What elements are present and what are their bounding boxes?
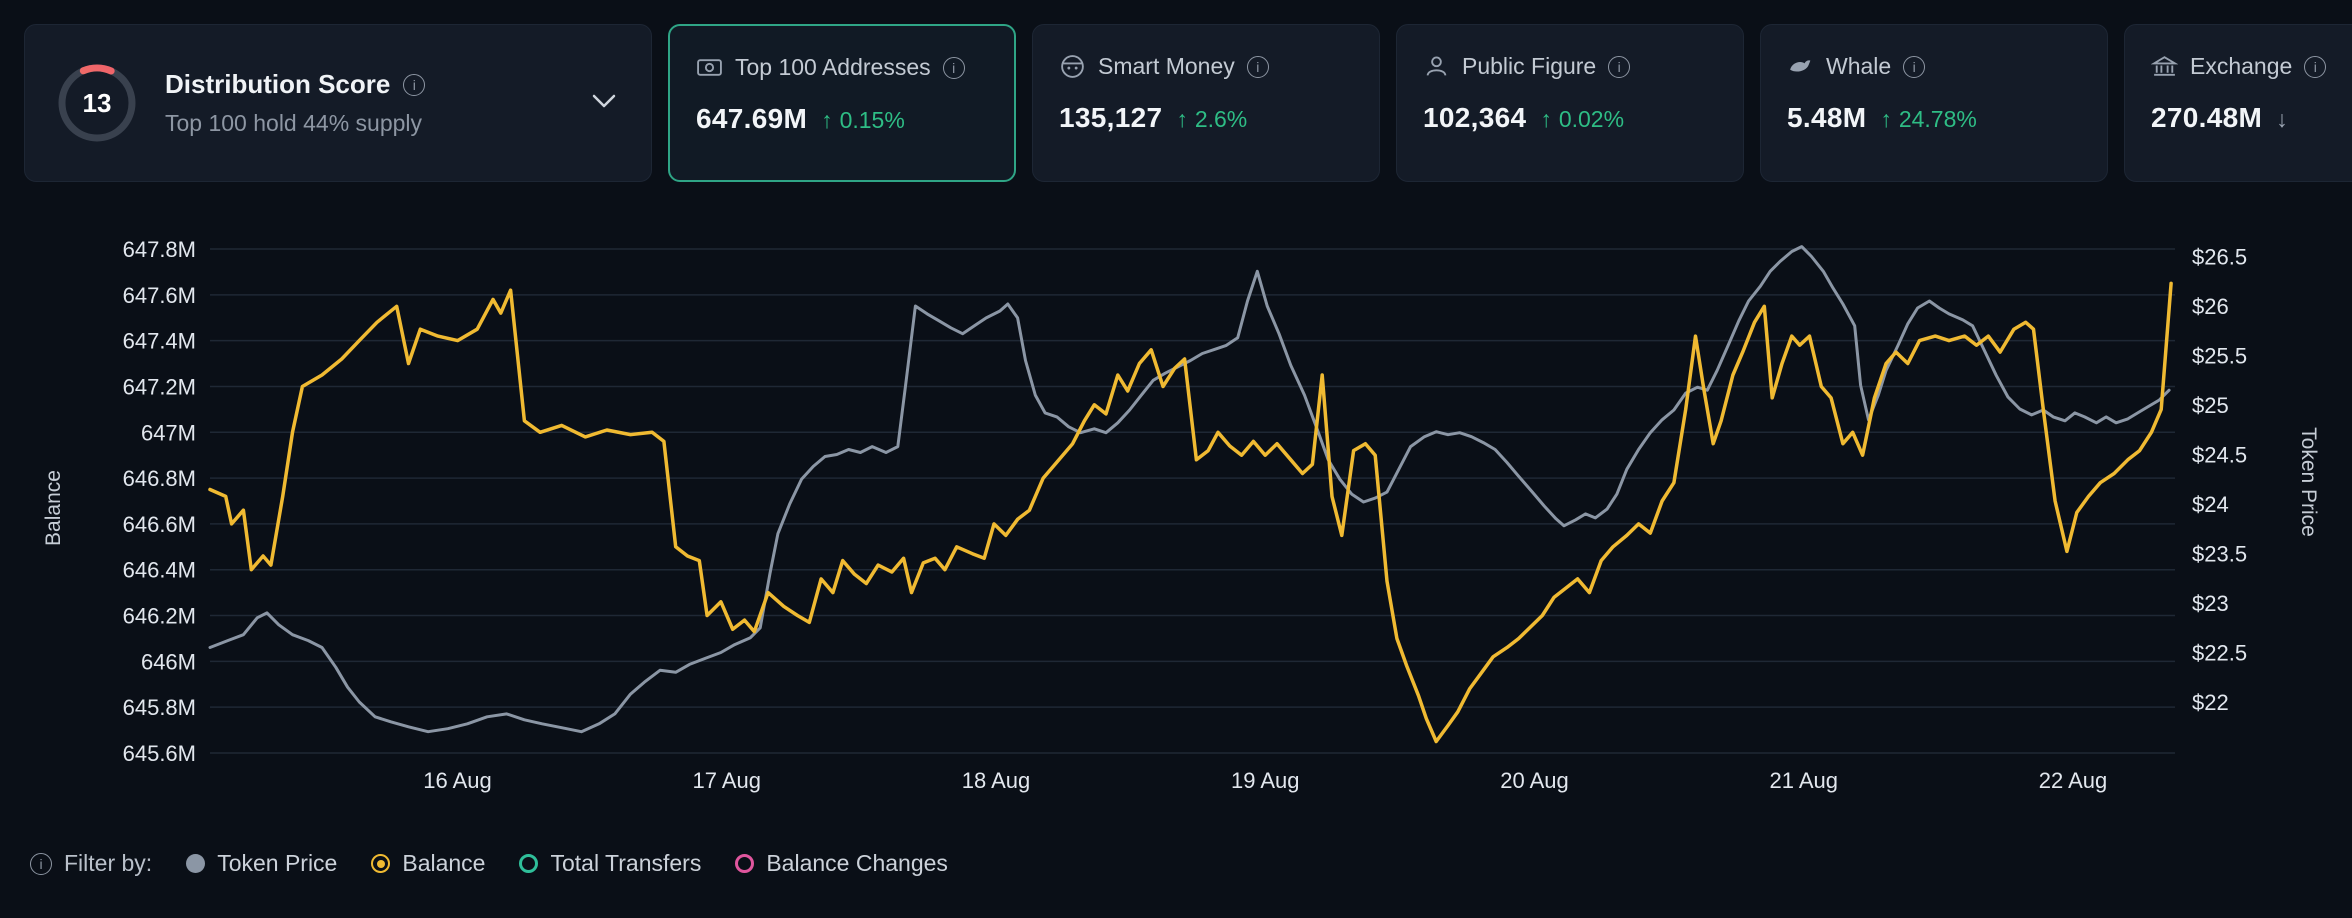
svg-text:647.2M: 647.2M [123,374,196,399]
metric-change: ↑0.15% [821,107,905,134]
svg-text:18 Aug: 18 Aug [962,768,1031,793]
svg-text:$22.5: $22.5 [2192,641,2247,666]
metric-change: ↑24.78% [1880,106,1977,133]
svg-text:$22: $22 [2192,690,2229,715]
score-value: 13 [55,61,139,145]
info-icon[interactable] [943,57,965,79]
info-icon[interactable] [30,853,52,875]
metric-card-public-figure[interactable]: Public Figure 102,364 ↑0.02% [1396,24,1744,182]
down-arrow-icon: ↓ [2276,106,2288,133]
svg-text:647M: 647M [141,420,196,445]
banknote-icon [696,54,723,81]
svg-text:$25.5: $25.5 [2192,344,2247,369]
svg-text:645.6M: 645.6M [123,741,196,766]
info-icon[interactable] [1247,56,1269,78]
public-figure-icon [1423,53,1450,80]
filter-by-label: Filter by: [30,850,152,877]
metric-value: 5.48M [1787,102,1866,134]
token-analytics-dashboard: { "colors":{ "background":"#0a0f17","car… [0,0,2352,918]
metric-change: ↑0.02% [1540,106,1624,133]
metric-card-whale[interactable]: Whale 5.48M ↑24.78% [1760,24,2108,182]
total-transfers-marker-icon [519,854,538,873]
bank-icon [2151,53,2178,80]
metric-label: Exchange [2190,53,2292,80]
metric-value: 647.69M [696,103,807,135]
svg-text:646M: 646M [141,649,196,674]
score-text: Distribution Score Top 100 hold 44% supp… [165,69,565,137]
up-arrow-icon: ↑ [1880,106,1892,133]
info-icon[interactable] [403,74,425,96]
svg-text:$23: $23 [2192,591,2229,616]
legend-item-balance-changes[interactable]: Balance Changes [735,850,948,877]
svg-text:646.6M: 646.6M [123,512,196,537]
token-price-marker-icon [186,854,205,873]
balance-changes-marker-icon [735,854,754,873]
svg-text:646.2M: 646.2M [123,604,196,629]
metric-label: Whale [1826,53,1891,80]
metric-value: 102,364 [1423,102,1526,134]
metric-change: ↑2.6% [1176,106,1247,133]
svg-text:$26.5: $26.5 [2192,245,2247,270]
svg-text:Token Price: Token Price [2297,427,2320,537]
up-arrow-icon: ↑ [821,107,833,134]
svg-text:$24: $24 [2192,492,2229,517]
svg-text:19 Aug: 19 Aug [1231,768,1300,793]
svg-text:22 Aug: 22 Aug [2039,768,2108,793]
svg-text:$23.5: $23.5 [2192,542,2247,567]
whale-icon [1787,53,1814,80]
distribution-score-card[interactable]: 13 Distribution Score Top 100 hold 44% s… [24,24,652,182]
metric-cards-row: 13 Distribution Score Top 100 hold 44% s… [24,24,2352,182]
balance-marker-icon [371,854,390,873]
svg-text:17 Aug: 17 Aug [692,768,761,793]
svg-text:$25: $25 [2192,393,2229,418]
svg-text:20 Aug: 20 Aug [1500,768,1569,793]
score-title: Distribution Score [165,69,390,100]
metric-value: 270.48M [2151,102,2262,134]
score-gauge: 13 [55,61,139,145]
metric-change: ↓ [2276,106,2295,133]
svg-text:Balance: Balance [42,470,65,546]
svg-text:645.8M: 645.8M [123,695,196,720]
chevron-down-icon[interactable] [591,93,617,114]
metric-label: Public Figure [1462,53,1596,80]
info-icon[interactable] [2304,56,2326,78]
metric-label: Smart Money [1098,53,1235,80]
svg-text:$26: $26 [2192,294,2229,319]
svg-text:647.4M: 647.4M [123,329,196,354]
legend-item-total-transfers[interactable]: Total Transfers [519,850,701,877]
metric-card-top-100-addresses[interactable]: Top 100 Addresses 647.69M ↑0.15% [668,24,1016,182]
svg-text:647.8M: 647.8M [123,237,196,262]
metric-label: Top 100 Addresses [735,54,931,81]
svg-text:16 Aug: 16 Aug [423,768,492,793]
info-icon[interactable] [1903,56,1925,78]
svg-text:21 Aug: 21 Aug [1769,768,1838,793]
svg-text:646.8M: 646.8M [123,466,196,491]
legend-item-token-price[interactable]: Token Price [186,850,337,877]
legend-bar: Filter by: Token Price Balance Total Tra… [30,850,948,877]
svg-text:647.6M: 647.6M [123,283,196,308]
chart-canvas[interactable]: 647.8M 647.6M 647.4M 647.2M 647M 646.8M 646.6M… [0,210,2352,830]
up-arrow-icon: ↑ [1176,106,1188,133]
info-icon[interactable] [1608,56,1630,78]
smart-money-icon [1059,53,1086,80]
score-subtitle: Top 100 hold 44% supply [165,110,565,137]
svg-text:$24.5: $24.5 [2192,443,2247,468]
metric-card-exchange[interactable]: Exchange 270.48M ↓ [2124,24,2352,182]
legend-item-balance[interactable]: Balance [371,850,485,877]
up-arrow-icon: ↑ [1540,106,1552,133]
metric-value: 135,127 [1059,102,1162,134]
metric-card-smart-money[interactable]: Smart Money 135,127 ↑2.6% [1032,24,1380,182]
svg-text:646.4M: 646.4M [123,558,196,583]
